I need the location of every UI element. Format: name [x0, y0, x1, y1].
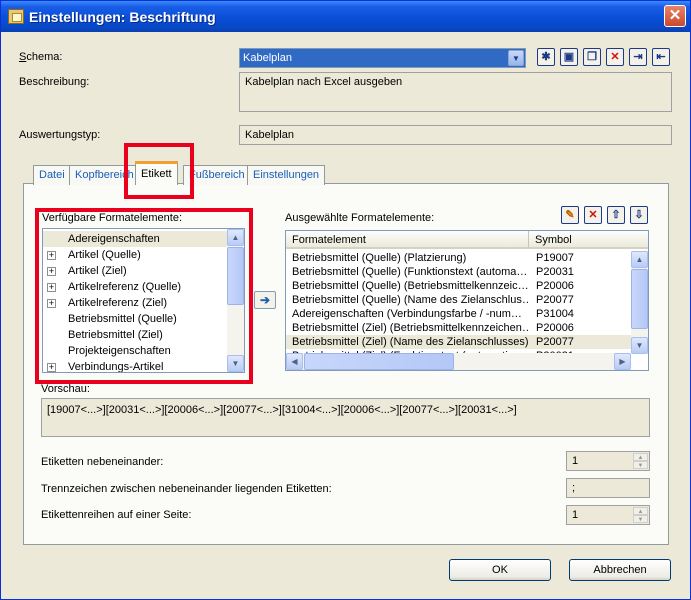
cell-formatelement: Adereigenschaften (Verbindungsfarbe / -n…: [292, 308, 522, 320]
schema-value: Kabelplan: [243, 52, 292, 64]
cell-formatelement: Betriebsmittel (Quelle) (Funktionstext (…: [292, 266, 528, 278]
ok-button[interactable]: OK: [449, 559, 551, 581]
export-icon[interactable]: ⇤: [652, 48, 670, 66]
etiketten-value: 1: [572, 455, 579, 467]
auswertungstyp-value: Kabelplan: [245, 129, 294, 141]
table-row[interactable]: Betriebsmittel (Quelle) (Name des Zielan…: [286, 293, 632, 307]
spinner-buttons[interactable]: ▲ ▼: [633, 453, 648, 469]
cell-formatelement: Betriebsmittel (Quelle) (Platzierung): [292, 252, 467, 264]
trennzeichen-field[interactable]: ;: [566, 478, 650, 498]
table-row[interactable]: Betriebsmittel (Ziel) (Name des Zielansc…: [286, 335, 632, 349]
scroll-down-icon[interactable]: ▼: [631, 337, 648, 354]
auswertungstyp-label: Auswertungstyp:: [19, 129, 101, 141]
reihen-label: Etikettenreihen auf einer Seite:: [41, 509, 192, 521]
selected-label: Ausgewählte Formatelemente:: [285, 212, 435, 224]
import-icon[interactable]: ⇥: [629, 48, 647, 66]
column-header-symbol[interactable]: Symbol: [529, 231, 648, 249]
table-row[interactable]: Betriebsmittel (Quelle) (Betriebsmittelk…: [286, 279, 632, 293]
table-row[interactable]: Betriebsmittel (Ziel) (Betriebsmittelken…: [286, 321, 632, 335]
cell-formatelement: Betriebsmittel (Quelle) (Name des Zielan…: [292, 294, 528, 306]
tab-datei[interactable]: Datei: [33, 165, 71, 185]
cell-formatelement: Betriebsmittel (Ziel) (Name des Zielansc…: [292, 336, 528, 348]
cell-symbol: P20077: [536, 336, 574, 348]
scroll-right-icon[interactable]: ▶: [614, 353, 631, 370]
copy-icon[interactable]: ❐: [583, 48, 601, 66]
dialog-icon: [8, 9, 24, 24]
reihen-spinner[interactable]: 1 ▲ ▼: [566, 505, 650, 525]
cell-symbol: P20031: [536, 266, 574, 278]
column-header-formatelement[interactable]: Formatelement: [286, 231, 529, 249]
preview-value: [19007<...>][20031<...>][20006<...>][200…: [47, 404, 517, 416]
schema-label: Schema:: [19, 51, 63, 63]
cancel-button[interactable]: Abbrechen: [569, 559, 671, 581]
beschreibung-field[interactable]: Kabelplan nach Excel ausgeben: [239, 72, 672, 112]
cell-symbol: P20006: [536, 280, 574, 292]
title-bar[interactable]: Einstellungen: Beschriftung ✕: [1, 1, 690, 32]
table-row[interactable]: Betriebsmittel (Quelle) (Platzierung) P19…: [286, 251, 632, 265]
trennzeichen-value: ;: [572, 482, 576, 494]
chevron-down-icon[interactable]: ▼: [508, 50, 524, 66]
table-row[interactable]: Adereigenschaften (Verbindungsfarbe / -n…: [286, 307, 632, 321]
trennzeichen-label: Trennzeichen zwischen nebeneinander lieg…: [41, 483, 332, 495]
selected-vscroll[interactable]: ▲ ▼: [631, 251, 648, 354]
dialog-window: Einstellungen: Beschriftung ✕ Schema: Ka…: [0, 0, 691, 600]
cell-symbol: P20006: [536, 322, 574, 334]
spin-down-icon[interactable]: ▼: [633, 515, 648, 523]
move-up-icon[interactable]: ⇧: [607, 206, 625, 224]
move-down-icon[interactable]: ⇩: [630, 206, 648, 224]
highlight-frame-tab: [124, 143, 194, 199]
cell-formatelement: Betriebsmittel (Quelle) (Betriebsmittelk…: [292, 280, 528, 292]
new-icon[interactable]: ✱: [537, 48, 555, 66]
etiketten-label: Etiketten nebeneinander:: [41, 456, 164, 468]
auswertungstyp-field: Kabelplan: [239, 125, 672, 145]
cell-symbol: P31004: [536, 308, 574, 320]
cell-formatelement: Betriebsmittel (Ziel) (Betriebsmittelken…: [292, 322, 528, 334]
save-icon[interactable]: ▣: [560, 48, 578, 66]
scroll-up-icon[interactable]: ▲: [631, 251, 648, 268]
etiketten-spinner[interactable]: 1 ▲ ▼: [566, 451, 650, 471]
selected-list[interactable]: Formatelement Symbol Betriebsmittel (Que…: [285, 230, 649, 371]
tab-einstellungen[interactable]: Einstellungen: [247, 165, 326, 185]
window-title: Einstellungen: Beschriftung: [29, 9, 216, 25]
beschreibung-value: Kabelplan nach Excel ausgeben: [245, 76, 403, 88]
cell-symbol: P19007: [536, 252, 574, 264]
reihen-value: 1: [572, 509, 579, 521]
beschreibung-label: Beschreibung:: [19, 76, 90, 88]
cell-symbol: P20077: [536, 294, 574, 306]
scroll-left-icon[interactable]: ◀: [286, 353, 303, 370]
spinner-buttons[interactable]: ▲ ▼: [633, 507, 648, 523]
highlight-frame-available: [35, 208, 253, 384]
scroll-thumb[interactable]: [631, 269, 648, 329]
selected-hscroll[interactable]: ◀ ▶: [286, 353, 631, 370]
edit-icon[interactable]: ✎: [561, 206, 579, 224]
delete-icon[interactable]: ✕: [606, 48, 624, 66]
spin-up-icon[interactable]: ▲: [633, 453, 648, 461]
schema-label-text: chema:: [26, 51, 63, 63]
schema-combobox[interactable]: Kabelplan ▼: [239, 48, 526, 68]
add-element-button[interactable]: ➔: [254, 291, 276, 309]
spin-down-icon[interactable]: ▼: [633, 461, 648, 469]
preview-field: [19007<...>][20031<...>][20006<...>][200…: [41, 398, 650, 437]
preview-label: Vorschau:: [41, 383, 90, 395]
delete-element-icon[interactable]: ✕: [584, 206, 602, 224]
table-row[interactable]: Betriebsmittel (Quelle) (Funktionstext (…: [286, 265, 632, 279]
spin-up-icon[interactable]: ▲: [633, 507, 648, 515]
close-button[interactable]: ✕: [664, 5, 686, 27]
scroll-thumb[interactable]: [304, 353, 454, 370]
